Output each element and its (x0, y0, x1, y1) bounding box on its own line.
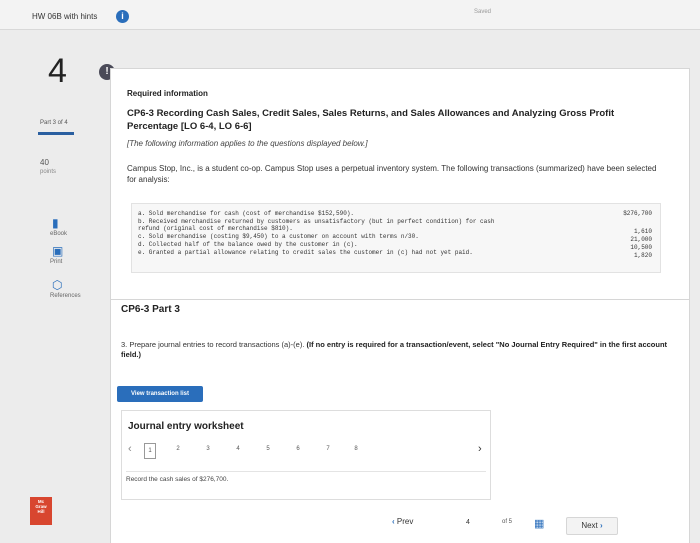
chevron-left-icon[interactable]: ‹ (128, 443, 132, 455)
worksheet-step-1[interactable]: 1 (144, 443, 156, 459)
ebook-button[interactable]: ▮ eBook (40, 216, 90, 237)
worksheet-step-3[interactable]: 3 (202, 446, 214, 452)
print-label: Print (50, 259, 63, 265)
assignment-title: HW 06B with hints (32, 12, 98, 21)
references-label: References (50, 293, 81, 299)
transaction-row: refund (original cost of merchandise $81… (138, 225, 293, 232)
worksheet-step-8[interactable]: 8 (350, 446, 362, 452)
transaction-list: a. Sold merchandise for cash (cost of me… (131, 203, 661, 273)
references-button[interactable]: ⬡ References (40, 278, 90, 299)
worksheet-step-nav: ‹ 1 2 3 4 5 6 7 8 › (126, 443, 486, 461)
transaction-row: d. Collected half of the balance owed by… (138, 241, 358, 248)
saved-status: Saved (474, 9, 492, 15)
transaction-row: a. Sold merchandise for cash (cost of me… (138, 210, 355, 217)
view-transaction-list-button[interactable]: View transaction list (117, 386, 203, 402)
points-value: 40 (40, 158, 49, 167)
part-title: CP6-3 Part 3 (121, 304, 180, 315)
points-label: points (40, 169, 57, 175)
book-icon: ▮ (52, 216, 59, 230)
prev-label: Prev (396, 517, 414, 526)
chevron-right-icon: › (600, 521, 603, 530)
part-panel: CP6-3 Part 3 3. Prepare journal entries … (110, 300, 690, 543)
worksheet-step-5[interactable]: 5 (262, 446, 274, 452)
info-icon[interactable]: i (116, 10, 129, 23)
transaction-amount: 1,610 (633, 228, 652, 235)
current-page[interactable]: 4 (466, 519, 470, 526)
instruction-text: 3. Prepare journal entries to record tra… (121, 340, 305, 349)
worksheet-step-4[interactable]: 4 (232, 446, 244, 452)
worksheet-record-text: Record the cash sales of $276,700. (126, 471, 486, 483)
transaction-row: e. Granted a partial allowance relating … (138, 249, 473, 256)
prev-button[interactable]: ‹ Prev (392, 517, 413, 526)
printer-icon: ▣ (52, 244, 64, 258)
chevron-right-icon[interactable]: › (478, 443, 482, 455)
required-info-title: Required information (127, 89, 208, 98)
transaction-amount: 1,820 (633, 252, 652, 259)
logo-line: Hill (37, 509, 45, 514)
next-button[interactable]: Next › (566, 517, 618, 535)
grid-icon[interactable]: ▦ (534, 517, 544, 530)
worksheet-step-2[interactable]: 2 (172, 446, 184, 452)
question-number: 4 (48, 52, 67, 90)
transaction-amount: $276,700 (623, 210, 652, 217)
next-label: Next (581, 521, 598, 530)
page-total: of 5 (502, 519, 513, 525)
transaction-amount: 21,000 (630, 236, 652, 243)
worksheet-step-6[interactable]: 6 (292, 446, 304, 452)
info-note: [The following information applies to th… (127, 139, 368, 148)
worksheet-title: Journal entry worksheet (128, 421, 244, 432)
required-information-card: Required information CP6-3 Recording Cas… (110, 68, 690, 300)
ebook-label: eBook (50, 231, 68, 237)
top-bar: HW 06B with hints i Saved (0, 0, 700, 30)
problem-heading: CP6-3 Recording Cash Sales, Credit Sales… (127, 108, 615, 132)
problem-description: Campus Stop, Inc., is a student co-op. C… (127, 164, 657, 184)
question-sidebar: Part 3 of 4 40 points ▮ eBook ▣ Print ⬡ … (0, 100, 105, 520)
transaction-row: c. Sold merchandise (costing $9,450) to … (138, 233, 419, 240)
worksheet-step-7[interactable]: 7 (322, 446, 334, 452)
transaction-row: b. Received merchandise returned by cust… (138, 218, 495, 225)
bottom-navigation: ‹ Prev 4 of 5 ▦ Next › (110, 513, 690, 543)
part-progress-bar (38, 132, 74, 135)
part-indicator: Part 3 of 4 (40, 120, 68, 126)
print-button[interactable]: ▣ Print (40, 244, 90, 265)
transaction-amount: 10,500 (630, 244, 652, 251)
journal-entry-worksheet: Journal entry worksheet ‹ 1 2 3 4 5 6 7 … (121, 410, 491, 500)
instructions: 3. Prepare journal entries to record tra… (121, 340, 671, 360)
mcgraw-hill-logo: Mc Graw Hill (30, 497, 52, 525)
reference-icon: ⬡ (52, 278, 63, 292)
